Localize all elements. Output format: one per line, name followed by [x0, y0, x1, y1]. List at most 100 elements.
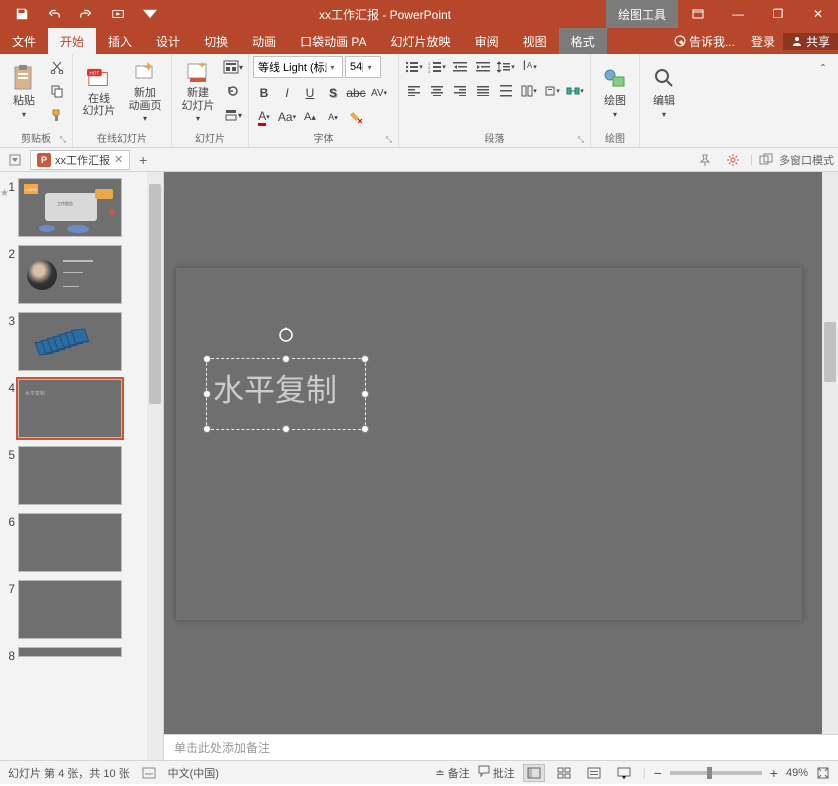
- resize-handle-nw[interactable]: [203, 355, 211, 363]
- dialog-launcher-icon[interactable]: ⤡: [578, 135, 584, 145]
- new-anim-page-button[interactable]: 新加 动画页▾: [123, 56, 167, 128]
- pin-button[interactable]: [694, 149, 716, 171]
- restore-button[interactable]: ❐: [758, 0, 798, 28]
- smartart-button[interactable]: ▾: [564, 80, 586, 102]
- language-label[interactable]: 中文(中国): [168, 765, 219, 781]
- char-spacing-button[interactable]: AV▾: [368, 82, 390, 104]
- editing-button[interactable]: 编辑▾: [644, 56, 684, 128]
- paste-button[interactable]: 粘贴▾: [4, 56, 44, 128]
- tab-format[interactable]: 格式: [559, 28, 607, 54]
- reset-button[interactable]: [222, 80, 244, 102]
- tab-animation[interactable]: 动画: [240, 28, 288, 54]
- doc-tabs-menu-button[interactable]: [4, 149, 26, 171]
- thumb-scrollbar[interactable]: [147, 172, 163, 760]
- resize-handle-w[interactable]: [203, 390, 211, 398]
- align-right-button[interactable]: [449, 80, 471, 102]
- multiwindow-label[interactable]: 多窗口模式: [779, 152, 834, 168]
- reading-view-button[interactable]: [583, 764, 605, 782]
- online-slides-button[interactable]: HOT 在线 幻灯片: [77, 56, 121, 128]
- layout-button[interactable]: ▾: [222, 56, 244, 78]
- font-name-combo[interactable]: 等线 Light (标题▾: [253, 56, 343, 78]
- slideshow-view-button[interactable]: [613, 764, 635, 782]
- doc-tab-active[interactable]: P xx工作汇报 ✕: [30, 150, 130, 170]
- close-button[interactable]: ✕: [798, 0, 838, 28]
- resize-handle-se[interactable]: [361, 425, 369, 433]
- align-text-button[interactable]: ▾: [541, 80, 563, 102]
- slide-thumb-6[interactable]: [18, 513, 122, 572]
- align-center-button[interactable]: [426, 80, 448, 102]
- slide-thumb-1[interactable]: LOGO工作报告: [18, 178, 122, 237]
- font-color-button[interactable]: A▾: [253, 106, 275, 128]
- doc-tab-close-button[interactable]: ✕: [114, 153, 123, 166]
- new-doc-tab-button[interactable]: +: [134, 151, 152, 169]
- fit-window-button[interactable]: [816, 766, 830, 780]
- tell-me-button[interactable]: 告诉我...: [666, 33, 743, 50]
- slide-thumb-8[interactable]: [18, 647, 122, 657]
- notes-pane[interactable]: 单击此处添加备注: [164, 734, 838, 760]
- tab-home[interactable]: 开始: [48, 28, 96, 54]
- rotate-handle[interactable]: [278, 327, 294, 343]
- normal-view-button[interactable]: [523, 764, 545, 782]
- justify-button[interactable]: [472, 80, 494, 102]
- slide-thumb-3[interactable]: [18, 312, 122, 371]
- qat-save-button[interactable]: [8, 2, 36, 26]
- shadow-button[interactable]: S: [322, 82, 344, 104]
- bullets-button[interactable]: ▾: [403, 56, 425, 78]
- resize-handle-e[interactable]: [361, 390, 369, 398]
- align-left-button[interactable]: [403, 80, 425, 102]
- new-slide-button[interactable]: 新建 幻灯片▾: [176, 56, 220, 128]
- notes-toggle[interactable]: ≐ 备注: [435, 765, 469, 781]
- slide-canvas[interactable]: 水平复制: [176, 268, 802, 620]
- resize-handle-ne[interactable]: [361, 355, 369, 363]
- slide-thumb-4[interactable]: 水平复制: [18, 379, 122, 438]
- share-button[interactable]: 共享: [783, 33, 838, 50]
- tab-pocket-anim[interactable]: 口袋动画 PA: [288, 28, 378, 54]
- slide-thumb-2[interactable]: [18, 245, 122, 304]
- settings-button[interactable]: [722, 149, 744, 171]
- tab-insert[interactable]: 插入: [96, 28, 144, 54]
- font-size-combo[interactable]: 54▾: [345, 56, 381, 78]
- qat-redo-button[interactable]: [72, 2, 100, 26]
- login-button[interactable]: 登录: [743, 33, 783, 50]
- qat-undo-button[interactable]: [40, 2, 68, 26]
- italic-button[interactable]: I: [276, 82, 298, 104]
- tab-design[interactable]: 设计: [144, 28, 192, 54]
- dialog-launcher-icon[interactable]: ⤡: [60, 135, 66, 145]
- format-painter-button[interactable]: [46, 104, 68, 126]
- zoom-out-button[interactable]: −: [654, 765, 662, 781]
- textbox-content[interactable]: 水平复制: [207, 359, 365, 410]
- line-spacing-button[interactable]: ▾: [495, 56, 517, 78]
- tab-slideshow[interactable]: 幻灯片放映: [379, 28, 463, 54]
- strike-button[interactable]: abc: [345, 82, 367, 104]
- slide-thumb-5[interactable]: [18, 446, 122, 505]
- shrink-font-button[interactable]: A▾: [322, 106, 344, 128]
- slide-thumb-7[interactable]: [18, 580, 122, 639]
- minimize-button[interactable]: —: [718, 0, 758, 28]
- clear-format-button[interactable]: [345, 106, 367, 128]
- resize-handle-n[interactable]: [282, 355, 290, 363]
- section-button[interactable]: ▾: [222, 104, 244, 126]
- cut-button[interactable]: [46, 56, 68, 78]
- columns-button[interactable]: ▾: [518, 80, 540, 102]
- dialog-launcher-icon[interactable]: ⤡: [386, 135, 392, 145]
- qat-start-button[interactable]: [104, 2, 132, 26]
- editor-scrollbar[interactable]: [822, 172, 838, 734]
- grow-font-button[interactable]: A▴: [299, 106, 321, 128]
- zoom-in-button[interactable]: +: [770, 765, 778, 781]
- comments-toggle[interactable]: 批注: [478, 765, 515, 781]
- increase-indent-button[interactable]: [472, 56, 494, 78]
- resize-handle-s[interactable]: [282, 425, 290, 433]
- ribbon-options-button[interactable]: [678, 0, 718, 28]
- spell-check-icon[interactable]: [142, 766, 156, 780]
- bold-button[interactable]: B: [253, 82, 275, 104]
- resize-handle-sw[interactable]: [203, 425, 211, 433]
- tab-transition[interactable]: 切换: [192, 28, 240, 54]
- change-case-button[interactable]: Aa▾: [276, 106, 298, 128]
- tab-review[interactable]: 审阅: [463, 28, 511, 54]
- decrease-indent-button[interactable]: [449, 56, 471, 78]
- selected-textbox[interactable]: 水平复制: [206, 358, 366, 430]
- drawing-button[interactable]: 绘图▾: [595, 56, 635, 128]
- sorter-view-button[interactable]: [553, 764, 575, 782]
- underline-button[interactable]: U: [299, 82, 321, 104]
- qat-customize-button[interactable]: [136, 2, 164, 26]
